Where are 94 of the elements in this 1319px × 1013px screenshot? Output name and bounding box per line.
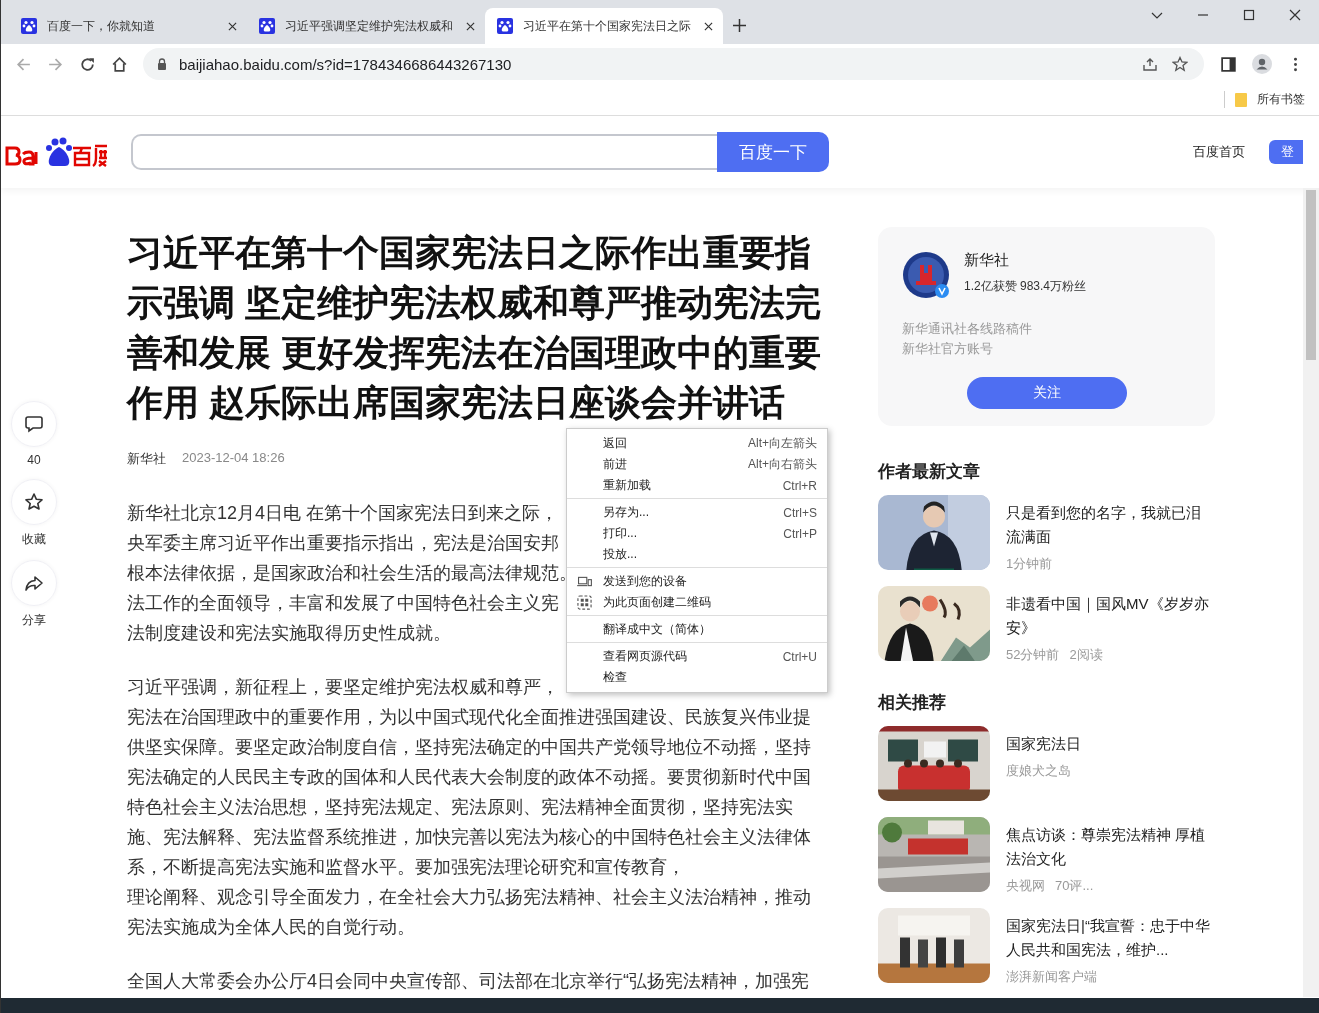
shortcut-text: Alt+向左箭头 — [748, 435, 817, 452]
paragraph-line: 特色社会主义法治思想，坚持宪法规定、宪法原则、宪法精神全面贯彻，坚持宪法实 — [127, 796, 793, 819]
close-icon[interactable] — [1289, 9, 1301, 21]
star-icon — [24, 492, 44, 512]
article-meta: 52分钟前 — [1006, 646, 1060, 664]
menu-item[interactable]: 检查 — [567, 667, 827, 688]
author-name[interactable]: 新华社 — [964, 251, 1087, 270]
qr-code-icon — [577, 595, 592, 610]
paragraph-line: 宪法实施成为全体人民的自觉行动。 — [127, 916, 415, 939]
author-description: 新华通讯社各线路稿件 — [902, 320, 1033, 338]
tab-title: 百度一下，你就知道 — [47, 17, 156, 35]
shortcut-text: Ctrl+R — [782, 478, 817, 493]
menu-item[interactable]: 翻译成中文（简体） — [567, 619, 827, 640]
action-label: 收藏 — [22, 531, 46, 548]
article-source[interactable]: 新华社 — [127, 450, 166, 468]
shortcut-text: Ctrl+S — [783, 505, 817, 520]
paragraph-line: 宪法确定的人民民主专政的国体和人民代表大会制度的政体不动摇。要贯彻新时代中国 — [127, 766, 811, 789]
paragraph-line: 理论阐释、观念引导全面发力，在全社会大力弘扬宪法精神、社会主义法治精神，推动 — [127, 886, 811, 909]
paw-icon — [259, 18, 275, 34]
author-description: 新华社官方账号 — [902, 340, 994, 358]
section-heading: 相关推荐 — [878, 692, 947, 714]
folder-icon — [1235, 92, 1247, 107]
tab-title: 习近平强调坚定维护宪法权威和 — [285, 17, 454, 35]
url-text: baijiahao.baidu.com/s?id=1784346686443267130 — [179, 55, 513, 73]
paragraph-line: 法工作的全面领导，丰富和发展了中国特色社会主义宪 — [127, 592, 559, 615]
follow-button[interactable]: 关注 — [966, 377, 1127, 409]
close-icon[interactable] — [228, 21, 237, 31]
laptop-icon — [577, 576, 592, 587]
home-icon[interactable] — [111, 55, 128, 73]
paragraph-line: 央军委主席习近平作出重要指示指出，宪法是治国安邦 — [127, 532, 559, 555]
plus-icon[interactable] — [733, 19, 746, 32]
article-link[interactable]: 国家宪法日 — [1006, 732, 1081, 756]
maximize-icon[interactable] — [1243, 9, 1255, 21]
side-panel-icon[interactable] — [1220, 55, 1237, 73]
article-date: 2023-12-04 18:26 — [182, 450, 285, 467]
star-icon[interactable] — [1172, 56, 1188, 72]
article-meta: 度娘犬之岛 — [1006, 762, 1071, 780]
close-icon[interactable] — [704, 21, 713, 31]
paragraph-line: 法制度建设和宪法实施取得历史性成就。 — [127, 622, 451, 645]
bookmark-folder[interactable]: 所有书签 — [1224, 91, 1305, 108]
browser-tab[interactable]: 百度一下，你就知道 — [9, 8, 247, 44]
search-field[interactable] — [131, 134, 717, 170]
shortcut-text: Alt+向右箭头 — [748, 456, 817, 473]
login-button[interactable]: 登 — [1269, 140, 1303, 164]
article-meta: 澎湃新闻客户端 — [1006, 968, 1097, 986]
home-link[interactable]: 百度首页 — [1193, 143, 1245, 161]
article-link[interactable]: 只是看到您的名字，我就已泪流满面 — [1006, 501, 1215, 549]
browser-tab[interactable]: 习近平在第十个国家宪法日之际 — [485, 8, 723, 44]
menu-item[interactable]: 前进 Alt+向右箭头 — [567, 454, 827, 475]
article-meta: 央视网 — [1006, 877, 1045, 895]
article-link[interactable]: 国家宪法日|“我宣誓：忠于中华人民共和国宪法，维护... — [1006, 914, 1215, 962]
lock-icon — [157, 58, 167, 70]
paw-icon — [497, 18, 513, 34]
paragraph-line: 习近平强调，新征程上，要坚定维护宪法权威和尊严， — [127, 676, 559, 699]
share-icon — [24, 573, 44, 593]
shortcut-text: Ctrl+P — [783, 526, 817, 541]
article-link[interactable]: 非遗看中国｜国风MV《岁岁亦安》 — [1006, 592, 1215, 640]
address-bar[interactable]: baijiahao.baidu.com/s?id=1784346686443267130 — [143, 48, 1204, 80]
logo-drawing[interactable] — [5, 136, 109, 168]
article-link[interactable]: 焦点访谈：尊崇宪法精神 厚植法治文化 — [1006, 823, 1215, 871]
menu-item[interactable]: 另存为... Ctrl+S — [567, 502, 827, 523]
menu-item[interactable]: 返回 Alt+向左箭头 — [567, 433, 827, 454]
browser-tab[interactable]: 习近平强调坚定维护宪法权威和 — [247, 8, 485, 44]
share-icon[interactable] — [1142, 56, 1158, 72]
paragraph-line: 系，不断提高宪法实施和监督水平。要加强宪法理论研究和宣传教育， — [127, 856, 685, 879]
comment-icon — [24, 414, 44, 434]
menu-item[interactable]: 为此页面创建二维码 — [567, 592, 827, 613]
menu-item[interactable]: 查看网页源代码 Ctrl+U — [567, 646, 827, 667]
article-meta: 2阅读 — [1069, 646, 1103, 664]
tab-title: 习近平在第十个国家宪法日之际 — [523, 17, 692, 35]
paragraph-line: 供坚实保障。要坚定政治制度自信，坚持宪法确定的中国共产党领导地位不动摇，坚持 — [127, 736, 811, 759]
scrollbar[interactable] — [1303, 188, 1319, 997]
search-button[interactable]: 百度一下 — [717, 132, 829, 172]
paragraph-line: 施、宪法解释、宪法监督系统推进，加快完善以宪法为核心的中国特色社会主义法律体 — [127, 826, 811, 849]
shortcut-text: Ctrl+U — [782, 649, 817, 664]
close-icon[interactable] — [466, 21, 475, 31]
paragraph-line: 全国人大常委会办公厅4日会同中央宣传部、司法部在北京举行“弘扬宪法精神，加强宪 — [127, 970, 809, 993]
menu-item[interactable]: 重新加载 Ctrl+R — [567, 475, 827, 496]
profile-icon[interactable] — [1252, 54, 1272, 74]
paragraph-line: 新华社北京12月4日电 在第十个国家宪法日到来之际， — [127, 502, 559, 525]
action-label: 分享 — [22, 612, 46, 629]
menu-item[interactable]: 投放... — [567, 544, 827, 565]
avatar[interactable] — [902, 251, 950, 299]
reload-icon[interactable] — [79, 55, 96, 73]
action-label: 40 — [27, 453, 41, 467]
paw-icon — [21, 18, 37, 34]
author-stats: 1.2亿获赞 983.4万粉丝 — [964, 278, 1087, 295]
bookmark-label: 所有书签 — [1257, 91, 1305, 108]
article-meta: 1分钟前 — [1006, 555, 1053, 573]
menu-item[interactable]: 打印... Ctrl+P — [567, 523, 827, 544]
section-heading: 作者最新文章 — [878, 461, 981, 483]
article-meta: 70评... — [1055, 877, 1094, 895]
article-title: 习近平在第十个国家宪法日之际作出重要指示强调 坚定维护宪法权威和尊严推动宪法完善和发展 更好发挥宪法在治国理政中的重要作用 赵乐际出席国家宪法日座谈会并讲话 — [127, 231, 822, 425]
paragraph-line: 宪法在治国理政中的重要作用，为以中国式现代化全面推进强国建设、民族复兴伟业提 — [127, 706, 811, 729]
